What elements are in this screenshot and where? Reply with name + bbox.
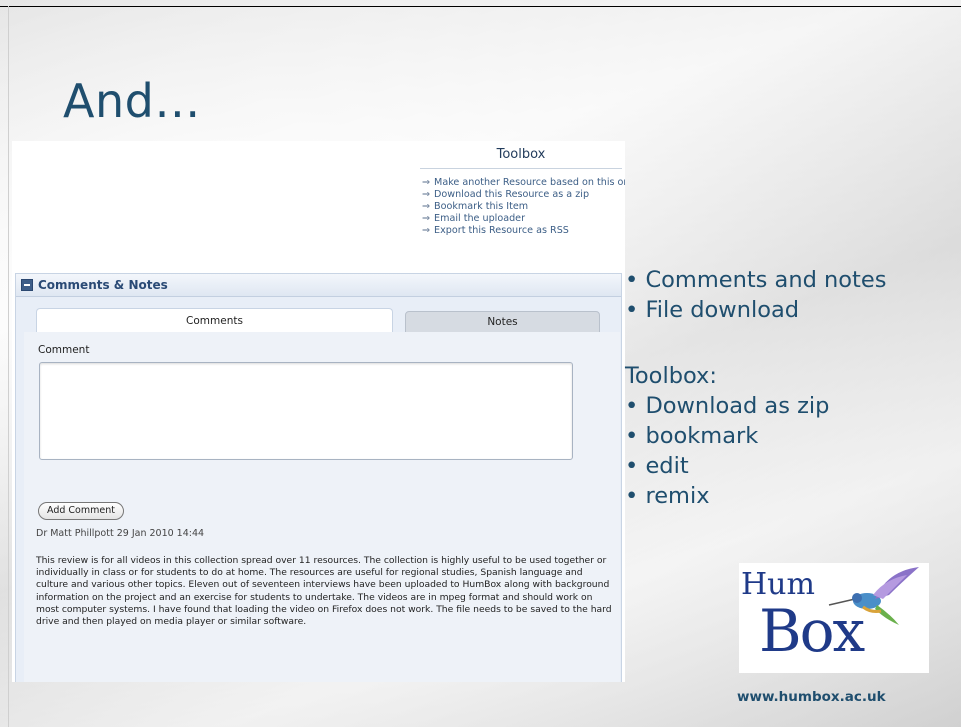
top-border-line — [0, 6, 961, 7]
toolbox-heading: Toolbox: — [625, 363, 717, 389]
bullet-item: • File download — [625, 297, 800, 323]
left-border-line — [8, 6, 9, 727]
toolbox: Toolbox ⇒ Make another Resource based on … — [420, 147, 625, 237]
review-text: This review is for all videos in this co… — [36, 555, 612, 628]
right-arrow-icon: ⇒ — [422, 201, 431, 212]
toolbox-link-bookmark[interactable]: ⇒ Bookmark this Item — [422, 201, 622, 213]
tab-notes[interactable]: Notes — [405, 311, 600, 333]
bullet-item: • Download as zip — [625, 393, 830, 419]
toolbox-link-download-zip[interactable]: ⇒ Download this Resource as a zip — [422, 189, 622, 201]
humbox-logo: Hum Box — [739, 563, 929, 673]
right-arrow-icon: ⇒ — [422, 225, 431, 236]
comments-tab-body: Comment Add Comment Dr Matt Phillpott 29… — [24, 332, 620, 682]
comments-notes-panel: Comments & Notes Comments Notes Comment … — [15, 273, 622, 682]
comments-tabs: Comments Notes — [36, 308, 600, 333]
bullet-item: • bookmark — [625, 423, 759, 449]
right-arrow-icon: ⇒ — [422, 177, 431, 188]
tab-comments[interactable]: Comments — [36, 308, 393, 333]
site-url: www.humbox.ac.uk — [737, 689, 886, 705]
humbox-screenshot: Toolbox ⇒ Make another Resource based on … — [12, 141, 625, 682]
comment-label: Comment — [38, 344, 90, 356]
minus-box-icon[interactable] — [21, 279, 33, 291]
slide-title: And… — [63, 74, 201, 128]
review-author-date: Dr Matt Phillpott 29 Jan 2010 14:44 — [36, 528, 205, 539]
comments-notes-title: Comments & Notes — [38, 278, 168, 292]
comment-textarea[interactable] — [39, 362, 573, 460]
toolbox-link-email[interactable]: ⇒ Email the uploader — [422, 213, 622, 225]
bullet-item: • Comments and notes — [625, 267, 887, 293]
slide-bullets: • Comments and notes • File download Too… — [625, 265, 886, 511]
right-arrow-icon: ⇒ — [422, 213, 431, 224]
toolbox-links: ⇒ Make another Resource based on this one… — [420, 177, 625, 237]
right-arrow-icon: ⇒ — [422, 189, 431, 200]
comments-notes-header[interactable]: Comments & Notes — [16, 274, 621, 297]
bullet-item: • remix — [625, 483, 710, 509]
bullet-item: • edit — [625, 453, 689, 479]
toolbox-link-rss[interactable]: ⇒ Export this Resource as RSS — [422, 225, 622, 237]
toolbox-title: Toolbox — [420, 147, 622, 169]
hummingbird-icon — [828, 567, 919, 625]
add-comment-button[interactable]: Add Comment — [38, 502, 124, 520]
toolbox-link-remix[interactable]: ⇒ Make another Resource based on this one — [422, 177, 625, 189]
